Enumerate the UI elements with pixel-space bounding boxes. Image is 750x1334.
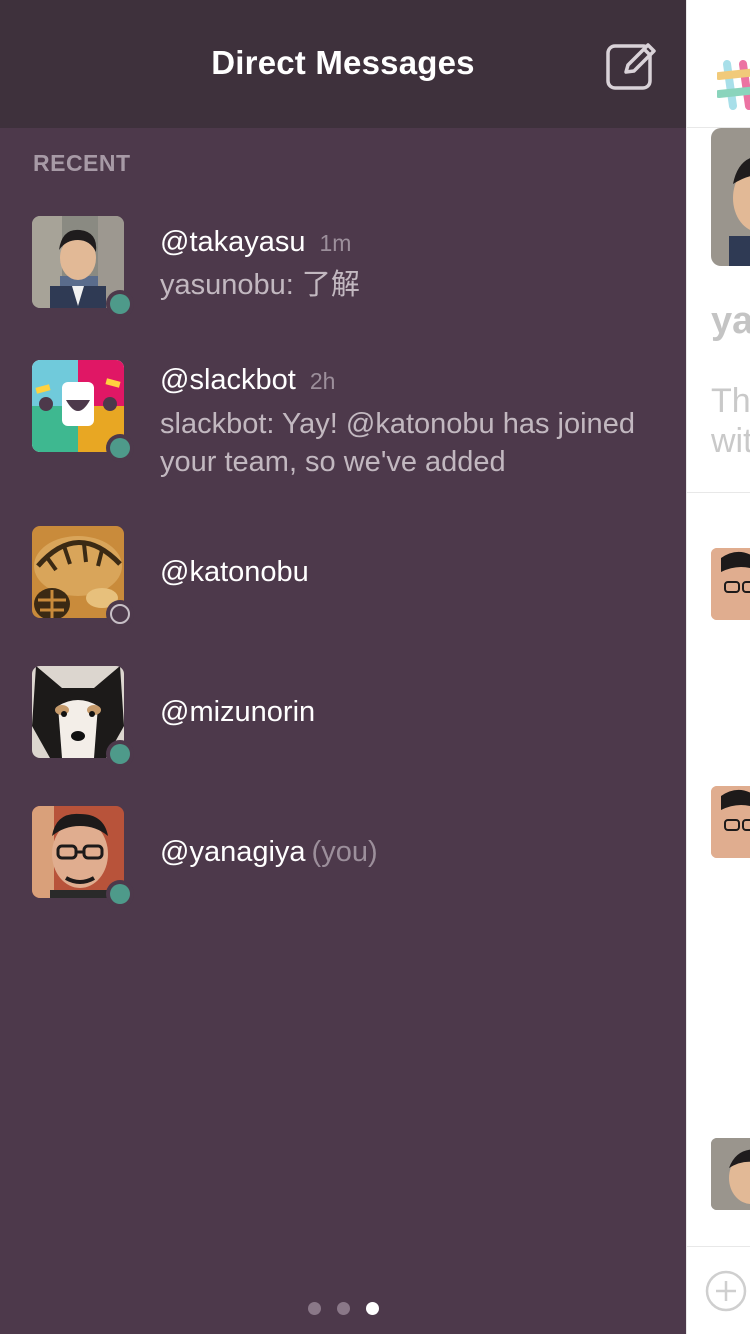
presence-indicator-active	[106, 434, 134, 462]
dm-preview: slackbot: Yay! @katonobu has joined your…	[160, 408, 635, 478]
recent-section-label: RECENT	[33, 150, 131, 176]
channel-panel-peek[interactable]: ya Thi wit	[686, 0, 750, 1334]
plus-circle-icon	[705, 1270, 747, 1312]
page-dot-active[interactable]	[365, 1302, 379, 1315]
compose-icon	[606, 43, 656, 90]
dm-timestamp: 2h	[309, 368, 336, 394]
presence-indicator-away	[106, 600, 134, 628]
add-attachment-button[interactable]	[705, 1270, 747, 1312]
presence-indicator-active	[106, 290, 134, 318]
compose-button[interactable]	[604, 38, 658, 92]
dm-username: @katonobu	[160, 556, 309, 588]
drawer-header: Direct Messages	[0, 0, 686, 128]
dm-row-mizunorin[interactable]: @mizunorin	[0, 666, 686, 786]
message-avatar	[711, 786, 750, 858]
page-dot[interactable]	[336, 1302, 350, 1315]
dm-username: @slackbot	[160, 364, 296, 396]
direct-messages-drawer: Direct Messages RECENT @takayasu 1m yasu…	[0, 0, 686, 1334]
dm-row-katonobu[interactable]: @katonobu	[0, 526, 686, 646]
dm-username: @yanagiya	[160, 836, 306, 868]
you-tag: (you)	[311, 836, 378, 868]
dm-row-yanagiya[interactable]: @yanagiya (you)	[0, 806, 686, 926]
dm-row-takayasu[interactable]: @takayasu 1m yasunobu: 了解	[0, 216, 686, 336]
page-dot[interactable]	[307, 1302, 321, 1315]
presence-indicator-active	[106, 880, 134, 908]
channel-title-fragment: ya	[711, 300, 750, 342]
page-indicator	[0, 1302, 686, 1316]
app-screen: Direct Messages RECENT @takayasu 1m yasu…	[0, 0, 750, 1334]
dm-username: @takayasu	[160, 226, 306, 258]
dm-preview: yasunobu: 了解	[160, 269, 360, 301]
page-title: Direct Messages	[211, 44, 475, 81]
message-avatar	[711, 1138, 750, 1210]
channel-description-fragment: Thi	[711, 382, 750, 420]
presence-indicator-active	[106, 740, 134, 768]
message-avatar	[711, 548, 750, 620]
slack-logo-icon	[717, 60, 750, 110]
channel-avatar-large	[711, 128, 750, 266]
dm-row-slackbot[interactable]: @slackbot 2h slackbot: Yay! @katonobu has…	[0, 360, 686, 480]
dm-timestamp: 1m	[319, 230, 352, 256]
dm-username: @mizunorin	[160, 696, 316, 728]
channel-description-fragment: wit	[711, 422, 750, 460]
